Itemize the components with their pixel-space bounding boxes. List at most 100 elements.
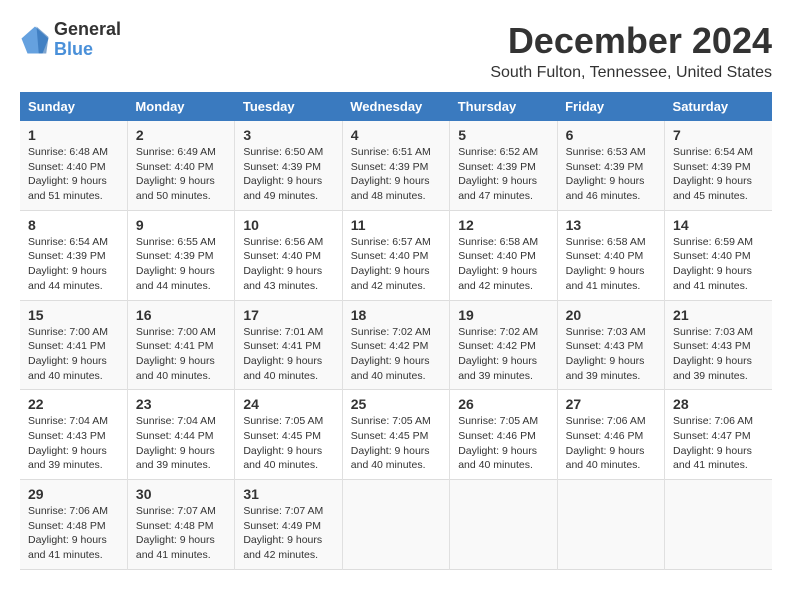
day-number: 24 [243,396,333,412]
day-number: 11 [351,217,441,233]
calendar-cell: 12 Sunrise: 6:58 AMSunset: 4:40 PMDaylig… [450,210,557,300]
day-info: Sunrise: 7:03 AMSunset: 4:43 PMDaylight:… [566,325,656,384]
day-number: 6 [566,127,656,143]
day-number: 19 [458,307,548,323]
day-number: 23 [136,396,226,412]
day-info: Sunrise: 6:58 AMSunset: 4:40 PMDaylight:… [566,235,656,294]
day-number: 21 [673,307,764,323]
day-info: Sunrise: 7:05 AMSunset: 4:45 PMDaylight:… [243,414,333,473]
logo-general: General [54,20,121,40]
day-number: 22 [28,396,119,412]
calendar-cell: 5 Sunrise: 6:52 AMSunset: 4:39 PMDayligh… [450,121,557,210]
calendar-cell [450,480,557,570]
calendar-table: SundayMondayTuesdayWednesdayThursdayFrid… [20,92,772,570]
day-number: 20 [566,307,656,323]
logo-text: General Blue [54,20,121,60]
day-number: 26 [458,396,548,412]
calendar-cell: 4 Sunrise: 6:51 AMSunset: 4:39 PMDayligh… [342,121,449,210]
title-area: December 2024 South Fulton, Tennessee, U… [490,20,772,82]
day-number: 27 [566,396,656,412]
col-header-friday: Friday [557,92,664,121]
day-number: 13 [566,217,656,233]
main-title: December 2024 [490,20,772,62]
day-info: Sunrise: 7:07 AMSunset: 4:49 PMDaylight:… [243,504,333,563]
calendar-cell: 26 Sunrise: 7:05 AMSunset: 4:46 PMDaylig… [450,390,557,480]
day-info: Sunrise: 6:49 AMSunset: 4:40 PMDaylight:… [136,145,226,204]
day-info: Sunrise: 6:51 AMSunset: 4:39 PMDaylight:… [351,145,441,204]
day-number: 28 [673,396,764,412]
day-number: 4 [351,127,441,143]
day-number: 9 [136,217,226,233]
col-header-tuesday: Tuesday [235,92,342,121]
day-info: Sunrise: 7:01 AMSunset: 4:41 PMDaylight:… [243,325,333,384]
day-info: Sunrise: 6:52 AMSunset: 4:39 PMDaylight:… [458,145,548,204]
calendar-cell: 7 Sunrise: 6:54 AMSunset: 4:39 PMDayligh… [665,121,772,210]
day-info: Sunrise: 7:07 AMSunset: 4:48 PMDaylight:… [136,504,226,563]
day-number: 18 [351,307,441,323]
calendar-week-4: 22 Sunrise: 7:04 AMSunset: 4:43 PMDaylig… [20,390,772,480]
calendar-cell: 29 Sunrise: 7:06 AMSunset: 4:48 PMDaylig… [20,480,127,570]
calendar-week-1: 1 Sunrise: 6:48 AMSunset: 4:40 PMDayligh… [20,121,772,210]
day-number: 25 [351,396,441,412]
calendar-cell: 24 Sunrise: 7:05 AMSunset: 4:45 PMDaylig… [235,390,342,480]
day-info: Sunrise: 7:05 AMSunset: 4:46 PMDaylight:… [458,414,548,473]
day-number: 10 [243,217,333,233]
day-number: 12 [458,217,548,233]
calendar-cell: 1 Sunrise: 6:48 AMSunset: 4:40 PMDayligh… [20,121,127,210]
logo-blue: Blue [54,40,121,60]
calendar-cell: 10 Sunrise: 6:56 AMSunset: 4:40 PMDaylig… [235,210,342,300]
day-number: 3 [243,127,333,143]
col-header-saturday: Saturday [665,92,772,121]
day-info: Sunrise: 6:54 AMSunset: 4:39 PMDaylight:… [28,235,119,294]
calendar-cell: 21 Sunrise: 7:03 AMSunset: 4:43 PMDaylig… [665,300,772,390]
col-header-wednesday: Wednesday [342,92,449,121]
col-header-sunday: Sunday [20,92,127,121]
calendar-cell: 31 Sunrise: 7:07 AMSunset: 4:49 PMDaylig… [235,480,342,570]
calendar-cell: 8 Sunrise: 6:54 AMSunset: 4:39 PMDayligh… [20,210,127,300]
day-number: 8 [28,217,119,233]
logo: General Blue [20,20,121,60]
day-number: 29 [28,486,119,502]
calendar-cell: 23 Sunrise: 7:04 AMSunset: 4:44 PMDaylig… [127,390,234,480]
calendar-cell: 27 Sunrise: 7:06 AMSunset: 4:46 PMDaylig… [557,390,664,480]
calendar-cell: 19 Sunrise: 7:02 AMSunset: 4:42 PMDaylig… [450,300,557,390]
calendar-cell: 25 Sunrise: 7:05 AMSunset: 4:45 PMDaylig… [342,390,449,480]
day-number: 17 [243,307,333,323]
calendar-cell: 2 Sunrise: 6:49 AMSunset: 4:40 PMDayligh… [127,121,234,210]
calendar-cell: 17 Sunrise: 7:01 AMSunset: 4:41 PMDaylig… [235,300,342,390]
calendar-week-3: 15 Sunrise: 7:00 AMSunset: 4:41 PMDaylig… [20,300,772,390]
day-number: 14 [673,217,764,233]
day-info: Sunrise: 7:06 AMSunset: 4:48 PMDaylight:… [28,504,119,563]
day-number: 1 [28,127,119,143]
day-info: Sunrise: 6:50 AMSunset: 4:39 PMDaylight:… [243,145,333,204]
col-header-monday: Monday [127,92,234,121]
day-number: 5 [458,127,548,143]
calendar-cell: 28 Sunrise: 7:06 AMSunset: 4:47 PMDaylig… [665,390,772,480]
day-info: Sunrise: 7:00 AMSunset: 4:41 PMDaylight:… [136,325,226,384]
calendar-cell [557,480,664,570]
day-number: 15 [28,307,119,323]
calendar-header-row: SundayMondayTuesdayWednesdayThursdayFrid… [20,92,772,121]
day-info: Sunrise: 7:06 AMSunset: 4:47 PMDaylight:… [673,414,764,473]
day-info: Sunrise: 7:00 AMSunset: 4:41 PMDaylight:… [28,325,119,384]
calendar-cell [665,480,772,570]
day-info: Sunrise: 7:05 AMSunset: 4:45 PMDaylight:… [351,414,441,473]
calendar-cell: 18 Sunrise: 7:02 AMSunset: 4:42 PMDaylig… [342,300,449,390]
calendar-cell: 22 Sunrise: 7:04 AMSunset: 4:43 PMDaylig… [20,390,127,480]
calendar-week-2: 8 Sunrise: 6:54 AMSunset: 4:39 PMDayligh… [20,210,772,300]
calendar-cell: 11 Sunrise: 6:57 AMSunset: 4:40 PMDaylig… [342,210,449,300]
day-info: Sunrise: 7:04 AMSunset: 4:44 PMDaylight:… [136,414,226,473]
day-info: Sunrise: 6:54 AMSunset: 4:39 PMDaylight:… [673,145,764,204]
calendar-cell: 13 Sunrise: 6:58 AMSunset: 4:40 PMDaylig… [557,210,664,300]
day-info: Sunrise: 7:02 AMSunset: 4:42 PMDaylight:… [458,325,548,384]
calendar-cell: 6 Sunrise: 6:53 AMSunset: 4:39 PMDayligh… [557,121,664,210]
logo-icon [20,25,50,55]
calendar-cell: 16 Sunrise: 7:00 AMSunset: 4:41 PMDaylig… [127,300,234,390]
calendar-week-5: 29 Sunrise: 7:06 AMSunset: 4:48 PMDaylig… [20,480,772,570]
day-number: 30 [136,486,226,502]
day-info: Sunrise: 6:58 AMSunset: 4:40 PMDaylight:… [458,235,548,294]
day-number: 2 [136,127,226,143]
subtitle: South Fulton, Tennessee, United States [490,64,772,82]
calendar-cell: 15 Sunrise: 7:00 AMSunset: 4:41 PMDaylig… [20,300,127,390]
col-header-thursday: Thursday [450,92,557,121]
